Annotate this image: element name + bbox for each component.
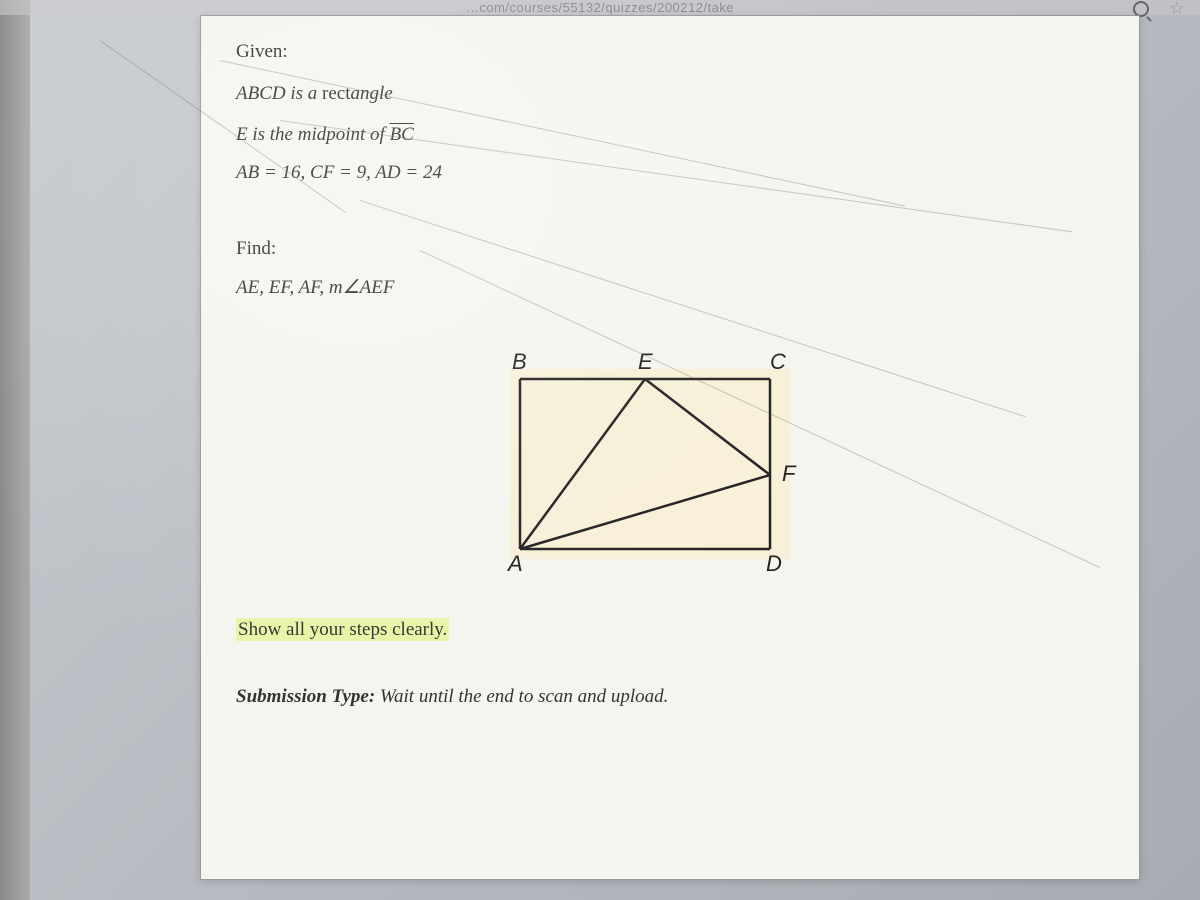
bookmark-icon[interactable]: ☆ xyxy=(1169,0,1185,19)
find-heading: Find: xyxy=(236,238,1104,260)
submission-line: Submission Type: Wait until the end to s… xyxy=(236,686,1104,708)
instruction-line: Show all your steps clearly. xyxy=(236,619,1104,641)
given-statement-2: E is the midpoint of BC xyxy=(236,122,1104,149)
point-f-label: F xyxy=(782,461,795,487)
instruction-text: Show all your steps clearly. xyxy=(236,618,449,641)
given-1-suffix: angle xyxy=(351,83,393,104)
given-statement-1: ABCD is a rectangle xyxy=(236,81,1104,108)
point-a-label: A xyxy=(508,551,523,577)
submission-label: Submission Type: xyxy=(236,686,375,707)
geometry-diagram: B E C F A D xyxy=(470,339,870,589)
point-d-label: D xyxy=(766,551,782,577)
given-2-prefix: E is the midpoint of xyxy=(236,124,390,145)
given-heading: Given: xyxy=(236,41,1104,63)
given-statement-3: AB = 16, CF = 9, AD = 24 xyxy=(236,162,1104,184)
browser-bar: …com/courses/55132/quizzes/200212/take ☆ xyxy=(0,0,1200,15)
screen-edge xyxy=(0,0,30,900)
diagram-svg xyxy=(470,339,870,589)
given-1-prefix: ABCD is a xyxy=(236,83,322,104)
segment-bc: BC xyxy=(390,124,414,145)
url-fragment: …com/courses/55132/quizzes/200212/take xyxy=(466,0,734,15)
find-statement: AE, EF, AF, m∠AEF xyxy=(236,276,1104,299)
point-c-label: C xyxy=(770,349,786,375)
point-b-label: B xyxy=(512,349,527,375)
problem-card: Given: ABCD is a rectangle E is the midp… xyxy=(200,15,1140,880)
browser-icons: ☆ xyxy=(1133,0,1185,19)
submission-text: Wait until the end to scan and upload. xyxy=(375,686,668,707)
